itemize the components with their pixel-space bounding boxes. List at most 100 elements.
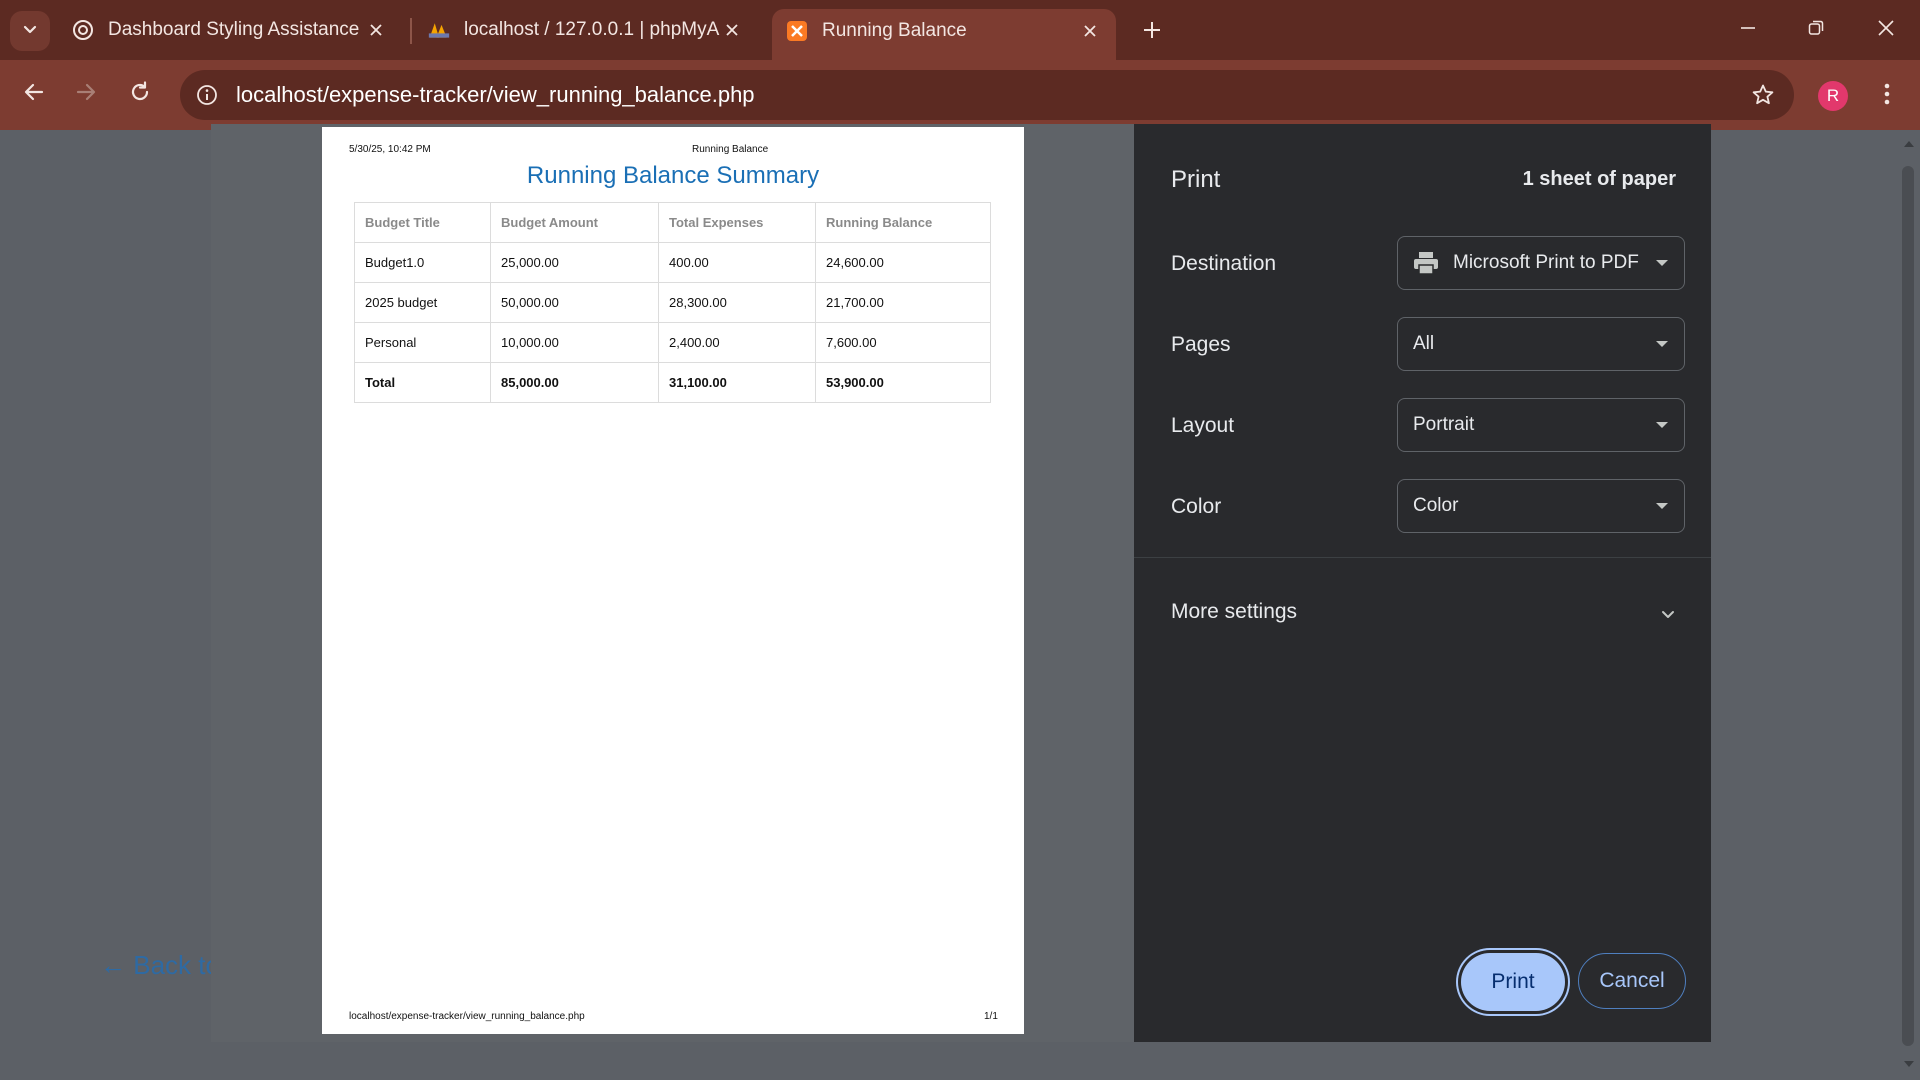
chevron-down-icon[interactable] — [1656, 602, 1680, 626]
print-button[interactable]: Print — [1461, 953, 1565, 1011]
running-balance-table: Budget Title Budget Amount Total Expense… — [354, 202, 991, 403]
table-row: 2025 budget 50,000.00 28,300.00 21,700.0… — [354, 282, 991, 323]
tab-title: Running Balance — [822, 19, 967, 41]
table-cell: 400.00 — [658, 242, 816, 283]
browser-menu-button[interactable] — [1872, 78, 1902, 114]
dropdown-caret-icon — [1656, 260, 1668, 266]
column-header: Budget Amount — [490, 202, 659, 243]
restore-icon — [1808, 20, 1824, 41]
table-row: Personal 10,000.00 2,400.00 7,600.00 — [354, 322, 991, 363]
forward-button[interactable] — [66, 74, 106, 114]
tab-separator — [410, 18, 412, 44]
column-header: Running Balance — [815, 202, 991, 243]
column-header: Total Expenses — [658, 202, 816, 243]
page-footer-url: localhost/expense-tracker/view_running_b… — [349, 1011, 585, 1022]
new-tab-button[interactable] — [1134, 14, 1170, 50]
reload-button[interactable] — [120, 74, 160, 114]
print-title: Print — [1171, 166, 1221, 193]
url-text[interactable]: localhost/expense-tracker/view_running_b… — [236, 82, 1738, 108]
table-cell: 85,000.00 — [490, 362, 659, 403]
table-cell: 31,100.00 — [658, 362, 816, 403]
print-dialog: 5/30/25, 10:42 PM Running Balance Runnin… — [211, 124, 1711, 1042]
close-window-button[interactable] — [1856, 8, 1916, 52]
color-value: Color — [1413, 495, 1459, 516]
table-cell: Personal — [354, 322, 491, 363]
close-icon[interactable] — [1078, 19, 1102, 43]
back-button[interactable] — [14, 74, 54, 114]
close-icon — [1878, 19, 1894, 41]
table-row: Budget1.0 25,000.00 400.00 24,600.00 — [354, 242, 991, 283]
layout-label: Layout — [1171, 414, 1235, 437]
table-cell: 2025 budget — [354, 282, 491, 323]
tab-dashboard-styling[interactable]: Dashboard Styling Assistance — [58, 9, 402, 51]
tab-phpmyadmin[interactable]: localhost / 127.0.0.1 | phpMyAdmin — [414, 9, 758, 51]
restore-button[interactable] — [1786, 8, 1846, 52]
dropdown-caret-icon — [1656, 503, 1668, 509]
plus-icon — [1142, 20, 1162, 45]
cancel-button[interactable]: Cancel — [1578, 953, 1686, 1009]
table-cell: Budget1.0 — [354, 242, 491, 283]
destination-label: Destination — [1171, 252, 1277, 275]
table-cell: 24,600.00 — [815, 242, 991, 283]
tab-title: localhost / 127.0.0.1 | phpMyAdmin — [464, 19, 720, 40]
scroll-down-icon[interactable] — [1902, 1058, 1916, 1070]
xampp-icon — [786, 20, 808, 42]
table-cell: 21,700.00 — [815, 282, 991, 323]
reload-icon — [129, 80, 151, 108]
close-icon[interactable] — [364, 18, 388, 42]
print-preview-pane: 5/30/25, 10:42 PM Running Balance Runnin… — [211, 124, 1134, 1042]
table-cell: 50,000.00 — [490, 282, 659, 323]
page-footer-number: 1/1 — [984, 1011, 998, 1022]
table-cell: 28,300.00 — [658, 282, 816, 323]
tab-strip: Dashboard Styling Assistance localhost /… — [0, 0, 1920, 60]
chevron-down-icon — [21, 20, 39, 43]
layout-value: Portrait — [1413, 414, 1475, 435]
tab-search-button[interactable] — [10, 11, 50, 51]
page-header-title: Running Balance — [692, 144, 769, 155]
pages-value: All — [1413, 333, 1435, 354]
table-cell: 53,900.00 — [815, 362, 991, 403]
table-cell: 2,400.00 — [658, 322, 816, 363]
sheet-count: 1 sheet of paper — [1522, 168, 1676, 190]
dropdown-caret-icon — [1656, 422, 1668, 428]
printer-icon — [1413, 250, 1439, 276]
minimize-icon — [1740, 20, 1756, 41]
address-bar[interactable]: localhost/expense-tracker/view_running_b… — [180, 70, 1794, 120]
tab-running-balance[interactable]: Running Balance — [772, 9, 1116, 60]
table-cell: 25,000.00 — [490, 242, 659, 283]
column-header: Budget Title — [354, 202, 491, 243]
color-select[interactable]: Color — [1397, 479, 1685, 533]
tab-title: Dashboard Styling Assistance — [108, 19, 360, 40]
table-cell: Total — [354, 362, 491, 403]
bookmark-star-icon[interactable] — [1738, 70, 1788, 120]
print-preview-page: 5/30/25, 10:42 PM Running Balance Runnin… — [322, 127, 1024, 1034]
pages-label: Pages — [1171, 333, 1231, 356]
openai-icon — [72, 19, 94, 41]
preview-heading: Running Balance Summary — [526, 162, 820, 189]
back-link[interactable]: ← Back to — [100, 950, 220, 981]
browser-toolbar: localhost/expense-tracker/view_running_b… — [0, 60, 1920, 130]
table-header-row: Budget Title Budget Amount Total Expense… — [354, 202, 991, 243]
layout-select[interactable]: Portrait — [1397, 398, 1685, 452]
color-label: Color — [1171, 495, 1222, 518]
more-settings-toggle[interactable]: More settings — [1171, 600, 1297, 624]
phpmyadmin-icon — [428, 19, 450, 41]
profile-avatar[interactable]: R — [1818, 81, 1848, 111]
dropdown-caret-icon — [1656, 341, 1668, 347]
table-total-row: Total 85,000.00 31,100.00 53,900.00 — [354, 362, 991, 403]
scroll-up-icon[interactable] — [1902, 138, 1916, 150]
arrow-right-icon — [75, 81, 97, 108]
settings-divider — [1134, 557, 1711, 558]
arrow-left-icon — [23, 81, 45, 108]
minimize-button[interactable] — [1718, 8, 1778, 52]
destination-value: Microsoft Print to PDF — [1453, 252, 1639, 273]
destination-select[interactable]: Microsoft Print to PDF — [1397, 236, 1685, 290]
page-header-date: 5/30/25, 10:42 PM — [349, 144, 431, 155]
site-info-icon[interactable] — [182, 70, 232, 120]
print-settings-panel: Print 1 sheet of paper Destination Micro… — [1134, 124, 1711, 1042]
table-cell: 10,000.00 — [490, 322, 659, 363]
pages-select[interactable]: All — [1397, 317, 1685, 371]
scrollbar-thumb[interactable] — [1902, 166, 1914, 1046]
close-icon[interactable] — [720, 18, 744, 42]
more-vertical-icon — [1884, 82, 1890, 111]
